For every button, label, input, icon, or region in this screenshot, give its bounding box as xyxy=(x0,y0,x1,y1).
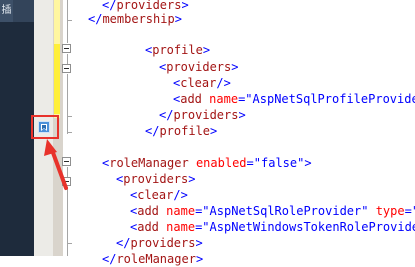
code-line: <clear/> xyxy=(173,76,231,90)
code-line: <profile> xyxy=(145,43,211,57)
code-line: <providers> xyxy=(116,172,196,186)
code-line: <add name="AspNetSqlRoleProvider" type="… xyxy=(130,204,415,218)
outline-end-tick xyxy=(67,243,72,244)
code-line: </providers> xyxy=(116,236,203,250)
annotation-arrow-icon xyxy=(44,139,68,190)
code-line: </roleManager> xyxy=(102,252,204,266)
code-line: <clear/> xyxy=(130,188,188,202)
code-line: <add name="AspNetSqlProfileProvider xyxy=(173,92,415,106)
code-line: </providers> xyxy=(159,108,246,122)
code-line: </profile> xyxy=(145,124,218,138)
code-line: <add name="AspNetWindowsTokenRoleProvide… xyxy=(130,220,415,234)
code-line: </membership> xyxy=(88,12,182,26)
code-line: <roleManager enabled="false"> xyxy=(102,156,312,170)
code-line: <providers> xyxy=(159,60,239,74)
